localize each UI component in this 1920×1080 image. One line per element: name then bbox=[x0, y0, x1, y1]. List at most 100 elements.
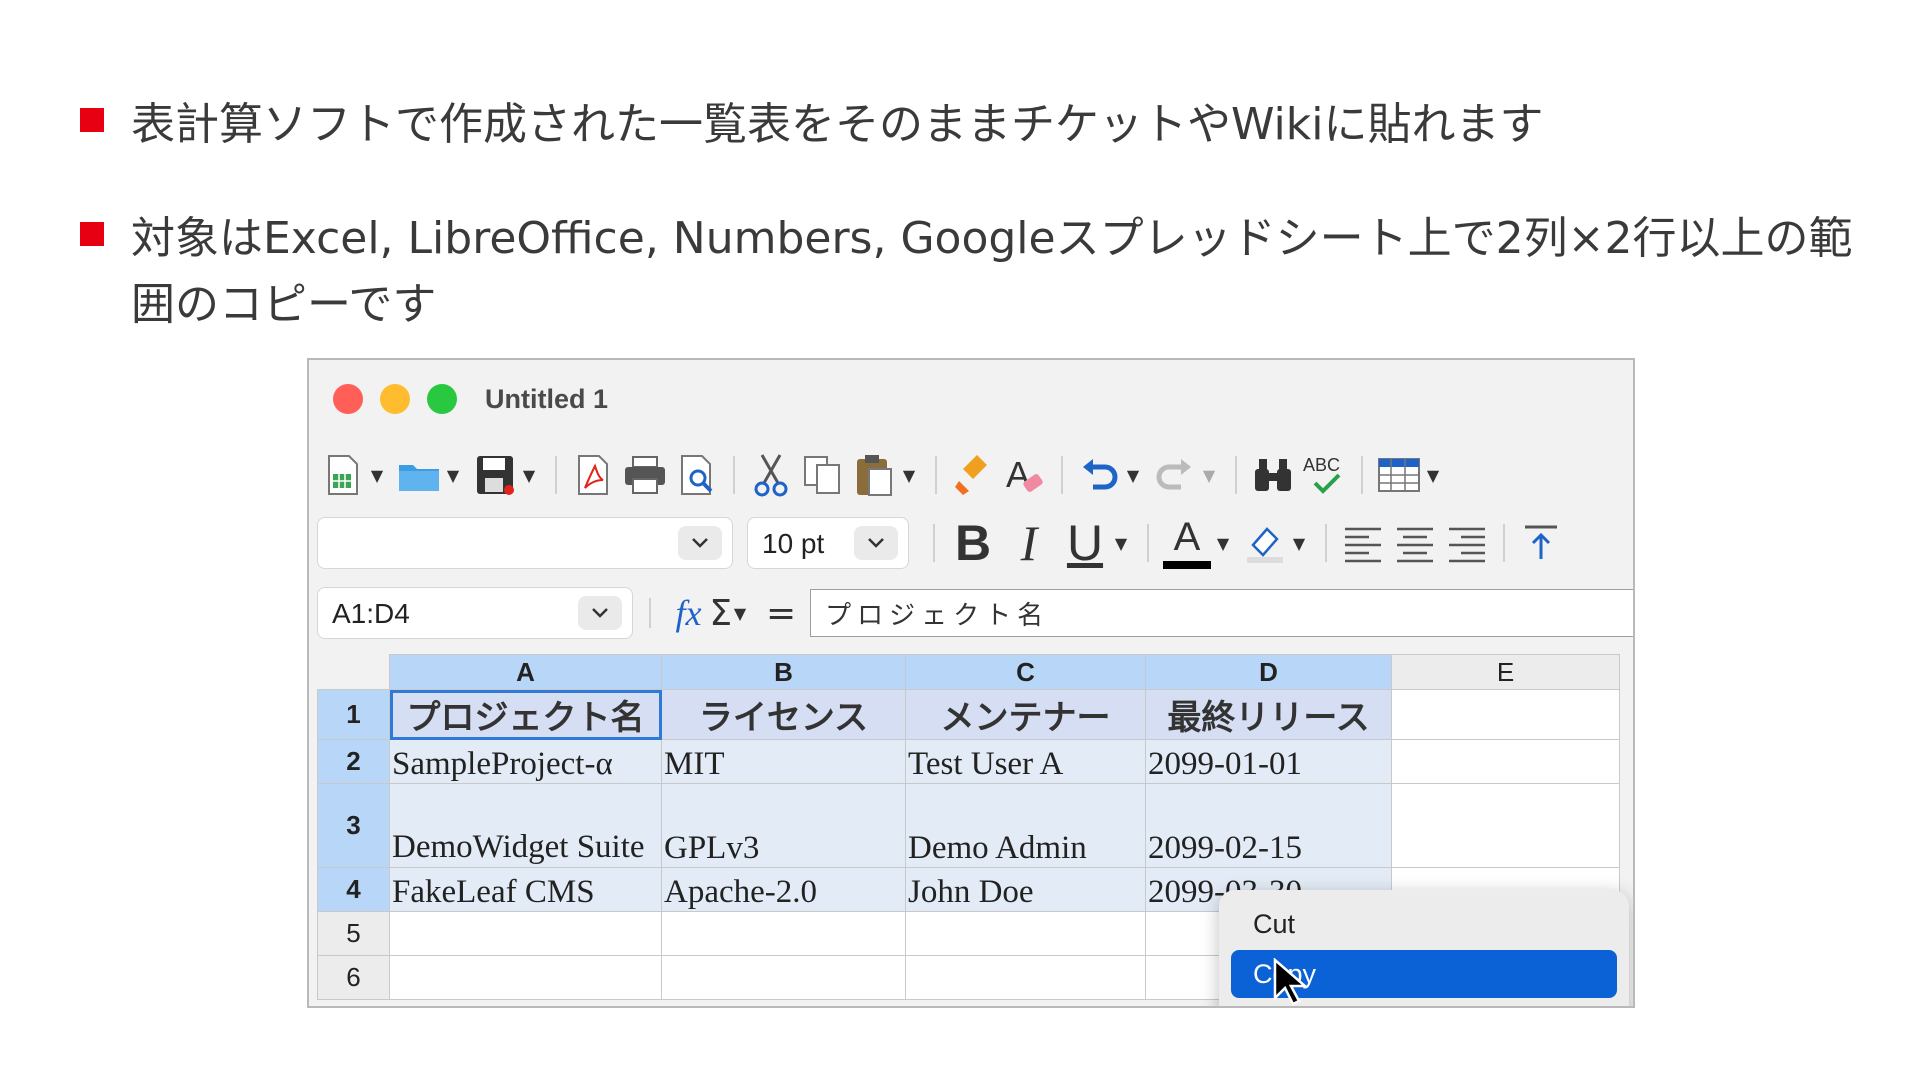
new-document-icon[interactable] bbox=[321, 453, 365, 497]
clear-formatting-icon[interactable]: A bbox=[1003, 453, 1047, 497]
name-box[interactable]: A1:D4 bbox=[317, 587, 634, 639]
chevron-down-icon[interactable]: ▼ bbox=[1425, 466, 1441, 485]
align-left-icon[interactable] bbox=[1341, 521, 1385, 565]
redo-icon[interactable] bbox=[1153, 453, 1197, 497]
table-cell[interactable]: DemoWidget Suite bbox=[389, 783, 662, 868]
toolbar-divider bbox=[1361, 456, 1363, 494]
table-cell[interactable]: MIT bbox=[661, 739, 906, 784]
align-center-icon[interactable] bbox=[1393, 521, 1437, 565]
copy-icon[interactable] bbox=[801, 453, 845, 497]
chevron-down-icon[interactable]: ▼ bbox=[1215, 534, 1231, 553]
table-cell[interactable] bbox=[389, 911, 662, 956]
align-right-icon[interactable] bbox=[1445, 521, 1489, 565]
function-wizard-button[interactable]: fx bbox=[675, 592, 701, 634]
table-cell[interactable] bbox=[905, 955, 1146, 1000]
toolbar-divider bbox=[733, 456, 735, 494]
save-icon[interactable] bbox=[473, 453, 517, 497]
font-name-box[interactable] bbox=[317, 517, 733, 569]
chevron-down-icon[interactable]: ▼ bbox=[1125, 466, 1141, 485]
table-cell[interactable]: Test User A bbox=[905, 739, 1146, 784]
toolbar-divider bbox=[1061, 456, 1063, 494]
export-pdf-icon[interactable] bbox=[571, 453, 615, 497]
column-header-c[interactable]: C bbox=[905, 654, 1146, 690]
find-replace-icon[interactable] bbox=[1251, 453, 1295, 497]
bullet-item: 表計算ソフトで作成された一覧表をそのままチケットやWikiに貼れます bbox=[80, 92, 1871, 158]
table-cell[interactable] bbox=[1391, 739, 1620, 784]
italic-button[interactable]: I bbox=[1001, 514, 1057, 572]
undo-icon[interactable] bbox=[1077, 453, 1121, 497]
column-header-d[interactable]: D bbox=[1145, 654, 1392, 690]
row-column-icon[interactable] bbox=[1377, 453, 1421, 497]
chevron-down-icon[interactable] bbox=[678, 526, 722, 560]
table-cell[interactable] bbox=[1391, 783, 1620, 868]
table-cell[interactable]: John Doe bbox=[905, 867, 1146, 912]
spellcheck-icon[interactable]: ABC bbox=[1303, 453, 1347, 497]
print-preview-icon[interactable] bbox=[675, 453, 719, 497]
chevron-down-icon[interactable] bbox=[854, 526, 898, 560]
table-cell[interactable]: SampleProject-α bbox=[389, 739, 662, 784]
table-cell[interactable]: 2099-01-01 bbox=[1145, 739, 1392, 784]
column-header-b[interactable]: B bbox=[661, 654, 906, 690]
paste-icon[interactable] bbox=[853, 453, 897, 497]
table-cell[interactable]: 最終リリース bbox=[1145, 689, 1392, 740]
close-window-button[interactable] bbox=[333, 384, 363, 414]
table-cell[interactable]: Apache-2.0 bbox=[661, 867, 906, 912]
cut-icon[interactable] bbox=[749, 453, 793, 497]
sum-button[interactable]: Σ bbox=[709, 593, 732, 634]
table-cell[interactable] bbox=[661, 911, 906, 956]
chevron-down-icon[interactable] bbox=[578, 596, 623, 630]
formula-button[interactable]: = bbox=[766, 593, 796, 634]
font-size-box[interactable]: 10 pt bbox=[747, 517, 909, 569]
zoom-window-button[interactable] bbox=[427, 384, 457, 414]
toolbar-divider bbox=[1147, 524, 1149, 562]
chevron-down-icon[interactable]: ▼ bbox=[521, 466, 537, 485]
column-header-e[interactable]: E bbox=[1391, 654, 1620, 690]
formula-input[interactable]: プロジェクト名 bbox=[810, 589, 1633, 637]
font-color-swatch bbox=[1163, 561, 1211, 569]
bullet-text: 対象はExcel, LibreOffice, Numbers, Googleスプ… bbox=[131, 213, 1853, 330]
toolbar-divider bbox=[1325, 524, 1327, 562]
spreadsheet-window: Untitled 1 ▼ ▼ ▼ ▼ A ▼ ▼ ABC ▼ 10 pt B I… bbox=[307, 358, 1635, 1008]
table-cell[interactable]: GPLv3 bbox=[661, 783, 906, 868]
chevron-down-icon[interactable]: ▼ bbox=[901, 466, 917, 485]
formula-bar: A1:D4 fx Σ ▼ = プロジェクト名 bbox=[317, 580, 1633, 646]
chevron-down-icon[interactable]: ▼ bbox=[1291, 534, 1307, 553]
chevron-down-icon[interactable]: ▼ bbox=[369, 466, 385, 485]
clone-formatting-icon[interactable] bbox=[951, 453, 995, 497]
table-cell[interactable] bbox=[1391, 689, 1620, 740]
open-folder-icon[interactable] bbox=[397, 453, 441, 497]
font-color-button[interactable]: A bbox=[1159, 515, 1215, 571]
toolbar-divider bbox=[1503, 524, 1505, 562]
column-header-a[interactable]: A bbox=[389, 654, 662, 690]
row-header[interactable]: 4 bbox=[317, 867, 390, 912]
underline-button[interactable]: U bbox=[1057, 514, 1113, 572]
grid-corner[interactable] bbox=[317, 654, 390, 690]
minimize-window-button[interactable] bbox=[380, 384, 410, 414]
table-cell[interactable]: プロジェクト名 bbox=[389, 689, 662, 740]
chevron-down-icon[interactable]: ▼ bbox=[445, 466, 461, 485]
chevron-down-icon[interactable]: ▼ bbox=[732, 604, 748, 623]
window-title: Untitled 1 bbox=[485, 384, 609, 414]
chevron-down-icon[interactable]: ▼ bbox=[1113, 534, 1129, 553]
table-cell[interactable] bbox=[905, 911, 1146, 956]
row-header[interactable]: 1 bbox=[317, 689, 390, 740]
table-cell[interactable]: メンテナー bbox=[905, 689, 1146, 740]
align-top-icon[interactable] bbox=[1519, 521, 1563, 565]
table-cell[interactable]: 2099-02-15 bbox=[1145, 783, 1392, 868]
highlight-color-icon[interactable] bbox=[1243, 521, 1287, 565]
bold-button[interactable]: B bbox=[945, 514, 1001, 572]
row-header[interactable]: 6 bbox=[317, 955, 390, 1000]
row-header[interactable]: 5 bbox=[317, 911, 390, 956]
print-icon[interactable] bbox=[623, 453, 667, 497]
toolbar-divider bbox=[649, 598, 652, 628]
table-cell[interactable]: FakeLeaf CMS bbox=[389, 867, 662, 912]
row-header[interactable]: 3 bbox=[317, 783, 390, 868]
table-cell[interactable] bbox=[661, 955, 906, 1000]
table-cell[interactable]: ライセンス bbox=[661, 689, 906, 740]
table-cell[interactable] bbox=[389, 955, 662, 1000]
context-menu-cut[interactable]: Cut bbox=[1231, 900, 1617, 948]
chevron-down-icon[interactable]: ▼ bbox=[1201, 466, 1217, 485]
table-cell[interactable]: Demo Admin bbox=[905, 783, 1146, 868]
row-header[interactable]: 2 bbox=[317, 739, 390, 784]
font-color-letter: A bbox=[1173, 515, 1201, 559]
